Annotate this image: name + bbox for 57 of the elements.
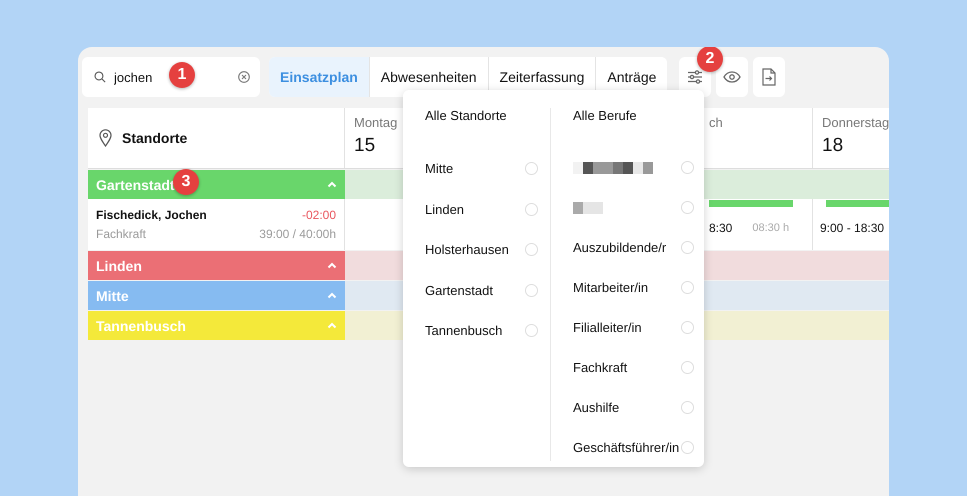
shift-duration: 08:30 h [752,222,790,234]
visibility-button[interactable] [716,57,748,97]
chevron-up-icon[interactable] [327,181,337,188]
chevron-up-icon[interactable] [327,322,337,329]
filter-option[interactable]: Mitte [425,161,454,176]
radio-button[interactable] [681,440,694,454]
filter-option[interactable]: Mitarbeiter/in [573,280,648,295]
filter-option[interactable]: Filialleiter/in [573,320,642,335]
chevron-up-icon[interactable] [327,262,337,269]
hours-total: 39:00 / 40:00h [259,227,336,241]
filter-option[interactable]: Aushilfe [573,400,620,415]
radio-button[interactable] [681,281,694,294]
filter-header[interactable]: Alle Berufe [573,108,637,148]
radio-button[interactable] [525,202,538,216]
filter-option[interactable]: Geschäftsführer/in [573,440,680,455]
employee-role: Fachkraft [96,227,146,241]
location-name: Linden [96,258,142,274]
weekday-label: Montag [354,115,398,130]
radio-button[interactable] [525,243,538,256]
radio-button[interactable] [681,320,694,334]
radio-button[interactable] [681,360,694,374]
date-label: 18 [822,135,844,157]
hours-balance: -02:00 [302,208,336,222]
radio-button[interactable] [681,161,694,174]
radio-button[interactable] [525,162,538,176]
shift-time[interactable]: 9:00 - 18:30 [820,220,884,234]
filter-option[interactable]: Tannenbusch [425,323,502,338]
filter-option[interactable]: Auszubildende/r [573,240,666,256]
step-number-badge: 2 [697,47,723,72]
weekday-label: Donnerstag [822,115,889,130]
location-name: Gartenstadt [96,176,175,192]
search-icon [94,70,106,84]
clear-icon[interactable] [238,71,250,83]
eye-icon [723,71,742,83]
chevron-up-icon[interactable] [327,292,337,299]
shift-time[interactable]: 8:30 [709,220,732,234]
radio-button[interactable] [681,241,694,254]
location-name: Tannenbusch [96,318,186,334]
export-button[interactable] [753,57,786,97]
radio-button[interactable] [681,201,694,214]
date-label: 15 [354,135,376,157]
radio-button[interactable] [525,324,538,338]
filter-header[interactable]: Alle Standorte [425,108,507,148]
radio-button[interactable] [681,400,694,414]
radio-button[interactable] [525,284,538,297]
employee-name: Fischedick, Jochen [96,208,207,222]
sliders-icon [687,70,704,84]
filter-option[interactable]: Holsterhausen [425,242,509,258]
pixelated-label-drawing [573,202,603,214]
location-name: Mitte [96,288,129,304]
export-document-icon [762,68,776,86]
filter-option[interactable]: Gartenstadt [425,282,493,298]
location-pin-icon [99,129,112,147]
column-header: Standorte [122,130,188,146]
filter-option[interactable]: Fachkraft [573,360,628,375]
weekday-label: ch [709,115,723,130]
filter-option[interactable]: Linden [425,202,464,217]
